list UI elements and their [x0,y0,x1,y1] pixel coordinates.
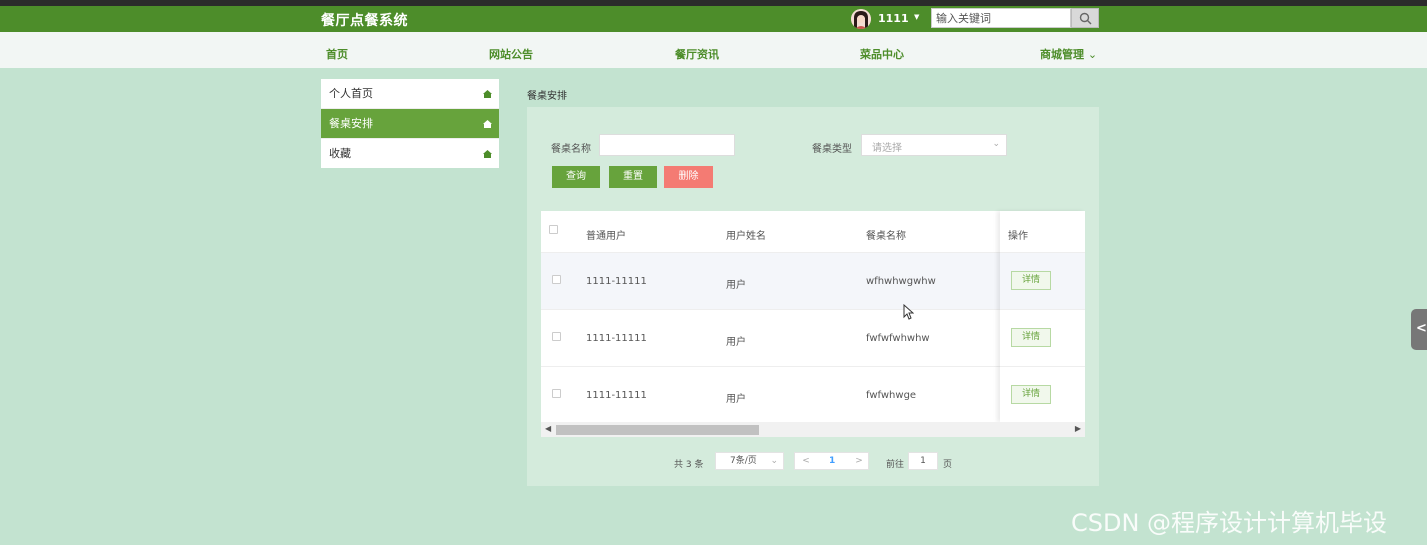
fixed-action-column [1000,211,1085,422]
goto-value: 1 [920,456,926,466]
sidebar-item-label: 个人首页 [329,87,373,100]
nav-item-mall-label: 商城管理 [1040,48,1084,61]
cell-table-name: fwfwhwge [866,390,917,401]
search-icon [1079,12,1092,25]
sidebar-item-table-arrangement[interactable]: 餐桌安排 [321,109,499,139]
nav-item-home[interactable]: 首页 [326,46,348,62]
nav-item-dishes[interactable]: 菜品中心 [860,46,904,62]
chevron-down-icon: ⌄ [1087,48,1098,61]
prev-page-icon[interactable]: < [795,453,817,469]
scroll-left-icon[interactable]: ◀ [545,424,551,433]
brand-title: 餐厅点餐系统 [321,13,408,29]
nav-item-mall[interactable]: 商城管理 ⌄ [1040,46,1097,62]
page-title: 餐桌安排 [527,91,567,102]
pagination-total: 共 3 条 [674,460,704,470]
nav-item-notice[interactable]: 网站公告 [489,46,533,62]
sidebar-item-label: 收藏 [329,147,351,160]
goto-label: 前往 [886,460,905,470]
nav-item-news[interactable]: 餐厅资讯 [675,46,719,62]
username[interactable]: 1111 [878,12,909,25]
current-page[interactable]: 1 [829,453,835,469]
chevron-left-icon: < [1416,321,1427,336]
column-header-name: 用户姓名 [726,231,766,242]
home-icon [483,120,492,128]
page-size-select[interactable]: 7条/页 ⌄ [715,452,784,470]
sidebar-item-favorites[interactable]: 收藏 [321,139,499,169]
row-checkbox[interactable] [552,332,561,341]
watermark: CSDN @程序设计计算机毕设 [1071,509,1388,537]
main-nav: 首页 网站公告 餐厅资讯 菜品中心 商城管理 ⌄ [0,32,1427,68]
search-input[interactable] [931,8,1071,28]
page-size-value: 7条/页 [730,456,757,466]
delete-button[interactable]: 删除 [664,166,713,188]
table-type-select[interactable]: 请选择 ⌄ [861,134,1007,156]
goto-input[interactable]: 1 [908,452,938,470]
chevron-down-icon: ⌄ [992,139,1000,149]
horizontal-scrollbar[interactable]: ◀ ▶ [541,422,1085,437]
reset-button[interactable]: 重置 [609,166,657,188]
cell-user: 1111-11111 [586,333,647,344]
pager: < 1 > [794,452,869,470]
select-all-checkbox[interactable] [549,225,558,234]
table-name-input[interactable] [599,134,735,156]
cell-table-name: fwfwfwhwhw [866,333,930,344]
data-table: 普通用户 用户姓名 餐桌名称 操作 1111-11111 用户 wfhwhwgw… [541,211,1085,437]
query-button[interactable]: 查询 [552,166,600,188]
sidebar-item-label: 餐桌安排 [329,117,373,130]
cell-name: 用户 [726,394,746,405]
home-icon [483,150,492,158]
column-header-table-name: 餐桌名称 [866,231,906,242]
sidebar: 个人首页 餐桌安排 收藏 [321,79,499,168]
chevron-down-icon: ⌄ [770,456,778,466]
page-unit-label: 页 [943,460,953,470]
user-avatar[interactable] [851,9,871,29]
cell-table-name: wfhwhwgwhw [866,276,936,287]
search-button[interactable] [1071,8,1099,28]
row-checkbox[interactable] [552,275,561,284]
row-checkbox[interactable] [552,389,561,398]
table-type-label: 餐桌类型 [812,144,852,155]
cell-name: 用户 [726,280,746,291]
scroll-thumb[interactable] [556,425,759,435]
cell-name: 用户 [726,337,746,348]
mouse-cursor-icon [903,304,914,320]
cell-user: 1111-11111 [586,276,647,287]
scroll-right-icon[interactable]: ▶ [1075,424,1081,433]
collapse-side-tab[interactable]: < [1411,309,1427,350]
home-icon [483,90,492,98]
column-header-user: 普通用户 [586,231,626,242]
select-placeholder: 请选择 [872,143,902,154]
cell-user: 1111-11111 [586,390,647,401]
sidebar-item-profile[interactable]: 个人首页 [321,79,499,109]
header-bar: 餐厅点餐系统 1111 ▼ [0,6,1427,32]
table-name-label: 餐桌名称 [551,144,591,155]
next-page-icon[interactable]: > [848,453,870,469]
caret-down-icon[interactable]: ▼ [914,13,919,21]
